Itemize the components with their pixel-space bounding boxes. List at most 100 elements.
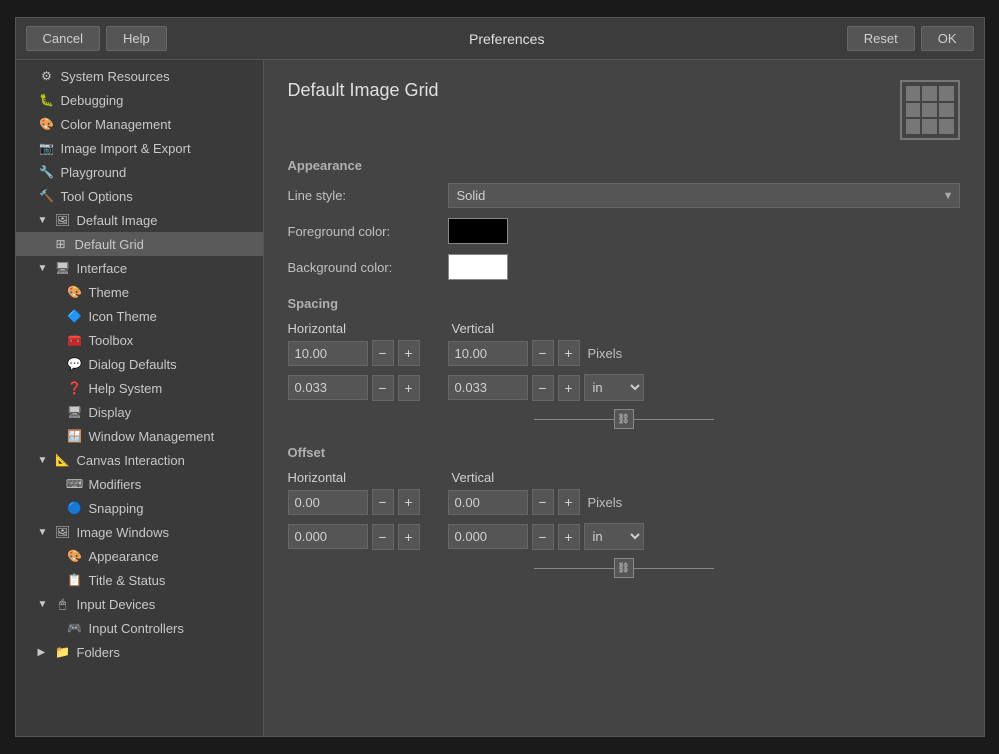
spacing-section-label: Spacing [288,296,960,311]
content-panel: Default Image Grid Appearance Line styl [264,60,984,736]
spacing-h-px-decrement[interactable]: − [372,340,394,366]
line-style-select-wrapper: Solid Dashed Dotted ▼ [448,183,960,208]
sidebar-item-label: Tool Options [61,189,133,204]
cancel-button[interactable]: Cancel [26,26,100,51]
grid-cell [939,86,954,101]
offset-unit-select[interactable]: in cm mm px [584,523,644,550]
link-line-left [534,419,614,420]
sidebar-item-theme[interactable]: 🎨 Theme [16,280,263,304]
sidebar-item-canvas-interaction[interactable]: ▼ 📐 Canvas Interaction [16,448,263,472]
sidebar-item-label: Interface [77,261,128,276]
arrow-icon: ▼ [38,527,52,538]
sidebar-item-help-system[interactable]: ❓ Help System [16,376,263,400]
spacing-v-px-input[interactable] [448,341,528,366]
sidebar-item-image-import-export[interactable]: 📷 Image Import & Export [16,136,263,160]
help-button[interactable]: Help [106,26,167,51]
sidebar-item-window-management[interactable]: 🪟 Window Management [16,424,263,448]
sidebar-item-image-windows[interactable]: ▼ 🖼 Image Windows [16,520,263,544]
offset-v-in-decrement[interactable]: − [532,524,554,550]
sidebar-item-label: Input Devices [77,597,156,612]
offset-v-px-increment[interactable]: + [558,489,580,515]
offset-h-in-input[interactable] [288,524,368,549]
system-resources-icon: ⚙ [38,67,56,85]
spacing-unit-select[interactable]: in cm mm px [584,374,644,401]
window-management-icon: 🪟 [66,427,84,445]
color-management-icon: 🎨 [38,115,56,133]
sidebar-item-system-resources[interactable]: ⚙ System Resources [16,64,263,88]
sidebar-item-toolbox[interactable]: 🧰 Toolbox [16,328,263,352]
sidebar-item-label: Modifiers [89,477,142,492]
offset-h-in-decrement[interactable]: − [372,524,394,550]
folders-icon: 📁 [54,643,72,661]
spacing-h-px-increment[interactable]: + [398,340,420,366]
offset-h-px-input[interactable] [288,490,368,515]
sidebar-item-label: Icon Theme [89,309,157,324]
spacing-h-in-increment[interactable]: + [398,375,420,401]
panel-title: Default Image Grid [288,80,439,101]
foreground-color-swatch[interactable] [448,218,508,244]
playground-icon: 🔧 [38,163,56,181]
modifiers-icon: ⌨ [66,475,84,493]
offset-h-px-increment[interactable]: + [398,489,420,515]
sidebar-item-label: Canvas Interaction [77,453,185,468]
sidebar-item-label: Input Controllers [89,621,184,636]
sidebar-item-title-status[interactable]: 📋 Title & Status [16,568,263,592]
line-style-select[interactable]: Solid Dashed Dotted [448,183,960,208]
background-color-label: Background color: [288,260,448,275]
arrow-icon: ▼ [38,215,52,226]
sidebar-item-color-management[interactable]: 🎨 Color Management [16,112,263,136]
sidebar-item-debugging[interactable]: 🐛 Debugging [16,88,263,112]
appearance-section-label: Appearance [288,158,960,173]
link-icon[interactable]: ⛓ [614,409,634,429]
dialog-defaults-icon: 💬 [66,355,84,373]
background-color-swatch[interactable] [448,254,508,280]
titlebar-left-buttons: Cancel Help [26,26,167,51]
spacing-v-in-input[interactable] [448,375,528,400]
toolbox-icon: 🧰 [66,331,84,349]
background-color-row: Background color: [288,254,960,280]
sidebar-item-interface[interactable]: ▼ 🖥 Interface [16,256,263,280]
sidebar-item-tool-options[interactable]: 🔨 Tool Options [16,184,263,208]
sidebar-item-modifiers[interactable]: ⌨ Modifiers [16,472,263,496]
offset-h-in-increment[interactable]: + [398,524,420,550]
reset-button[interactable]: Reset [847,26,915,51]
spacing-v-px-increment[interactable]: + [558,340,580,366]
spacing-v-in-decrement[interactable]: − [532,375,554,401]
offset-in-row: − + − + in cm mm px [288,523,960,550]
spacing-section: Spacing Horizontal Vertical − + − [288,296,960,429]
offset-v-px-decrement[interactable]: − [532,489,554,515]
sidebar-item-playground[interactable]: 🔧 Playground [16,160,263,184]
offset-link-icon[interactable]: ⛓ [614,558,634,578]
sidebar-item-icon-theme[interactable]: 🔷 Icon Theme [16,304,263,328]
default-image-icon: 🖼 [54,211,72,229]
spacing-h-in-input[interactable] [288,375,368,400]
spacing-h-px-input[interactable] [288,341,368,366]
spacing-h-in-decrement[interactable]: − [372,375,394,401]
ok-button[interactable]: OK [921,26,974,51]
offset-section-label: Offset [288,445,960,460]
sidebar-item-default-image[interactable]: ▼ 🖼 Default Image [16,208,263,232]
sidebar-item-display[interactable]: 🖥 Display [16,400,263,424]
sidebar-item-input-devices[interactable]: ▼ 🖱 Input Devices [16,592,263,616]
offset-horizontal-col-label: Horizontal [288,470,368,485]
sidebar-item-appearance[interactable]: 🎨 Appearance [16,544,263,568]
spacing-v-px-decrement[interactable]: − [532,340,554,366]
panel-header: Default Image Grid [288,80,960,140]
sidebar-item-input-controllers[interactable]: 🎮 Input Controllers [16,616,263,640]
interface-icon: 🖥 [54,259,72,277]
sidebar-item-folders[interactable]: ▶ 📁 Folders [16,640,263,664]
offset-v-in-increment[interactable]: + [558,524,580,550]
sidebar-item-default-grid[interactable]: ⊞ Default Grid [16,232,263,256]
spacing-v-in-increment[interactable]: + [558,375,580,401]
offset-v-in-input[interactable] [448,524,528,549]
offset-h-px-decrement[interactable]: − [372,489,394,515]
sidebar-item-label: Folders [77,645,120,660]
image-import-export-icon: 📷 [38,139,56,157]
title-status-icon: 📋 [66,571,84,589]
offset-v-px-input[interactable] [448,490,528,515]
sidebar-item-dialog-defaults[interactable]: 💬 Dialog Defaults [16,352,263,376]
display-icon: 🖥 [66,403,84,421]
sidebar-item-snapping[interactable]: 🔵 Snapping [16,496,263,520]
sidebar-item-label: Display [89,405,132,420]
foreground-color-row: Foreground color: [288,218,960,244]
